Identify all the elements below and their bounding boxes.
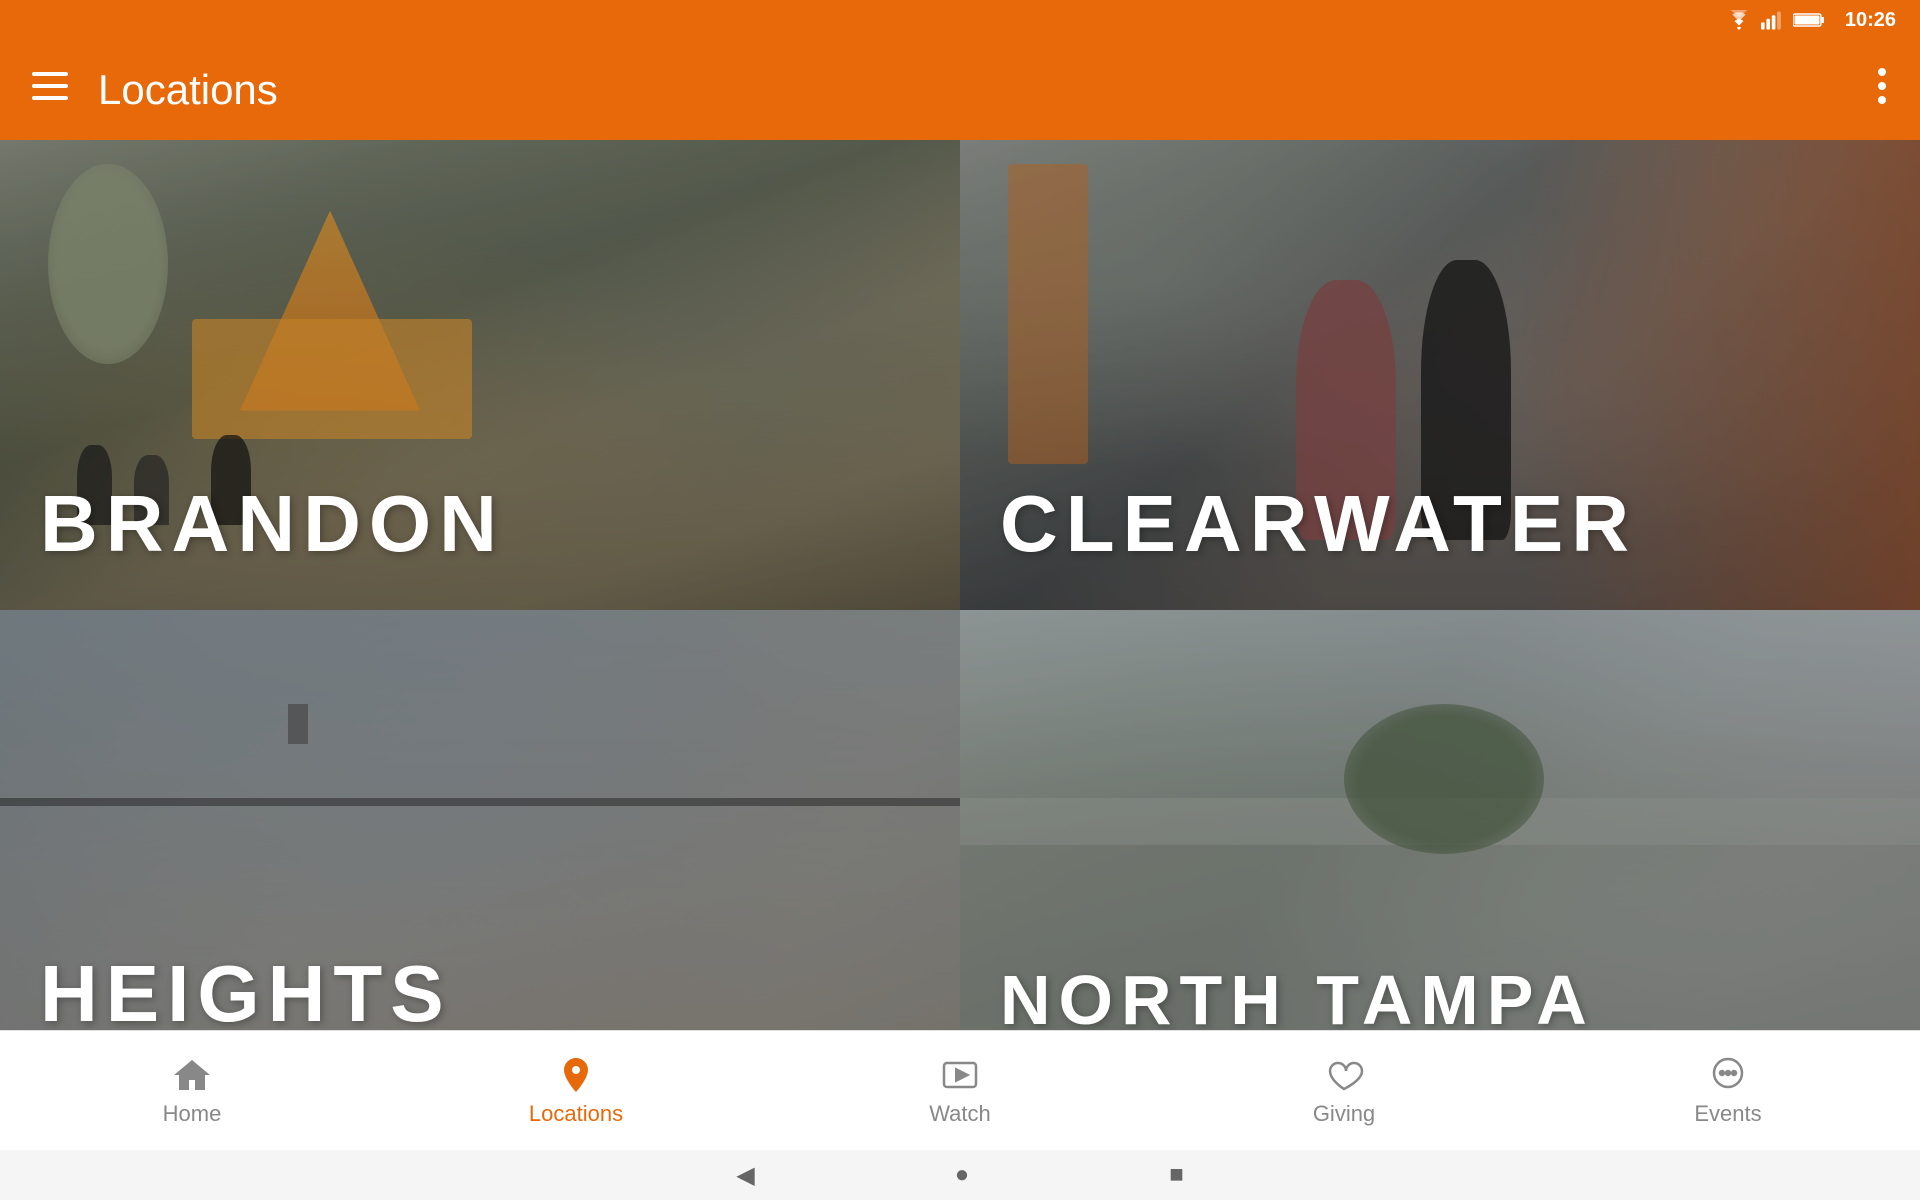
signal-icon bbox=[1761, 10, 1785, 30]
recent-apps-button[interactable]: ■ bbox=[1169, 1161, 1184, 1189]
back-button[interactable]: ◀ bbox=[736, 1161, 754, 1190]
nav-item-home[interactable]: Home bbox=[112, 1055, 272, 1127]
nav-label-home: Home bbox=[163, 1101, 222, 1127]
nav-item-locations[interactable]: Locations bbox=[496, 1055, 656, 1127]
location-card-clearwater[interactable]: CLEARWATER bbox=[960, 140, 1920, 610]
clearwater-label: CLEARWATER bbox=[1000, 478, 1637, 570]
heights-label: HEIGHTS bbox=[40, 948, 452, 1040]
system-nav-bar: ◀ ● ■ bbox=[0, 1150, 1920, 1200]
nav-item-events[interactable]: Events bbox=[1648, 1055, 1808, 1127]
play-circle-icon bbox=[940, 1055, 980, 1095]
nav-item-watch[interactable]: Watch bbox=[880, 1055, 1040, 1127]
nav-label-events: Events bbox=[1694, 1101, 1761, 1127]
brandon-label: BRANDON bbox=[40, 478, 505, 570]
more-options-button[interactable] bbox=[1876, 66, 1888, 115]
northtampa-label: NORTH TAMPA bbox=[1000, 960, 1595, 1040]
app-bar: Locations bbox=[0, 40, 1920, 140]
nav-label-watch: Watch bbox=[929, 1101, 991, 1127]
status-time: 10:26 bbox=[1845, 9, 1896, 32]
location-card-northtampa[interactable]: NORTH TAMPA bbox=[960, 610, 1920, 1080]
hamburger-menu-button[interactable] bbox=[32, 72, 68, 108]
locations-grid: BRANDON CLEARWATER HEIGHTS NORTH TAMPA bbox=[0, 140, 1920, 1080]
heart-icon bbox=[1324, 1055, 1364, 1095]
bottom-nav: Home Locations Watch Giving Events bbox=[0, 1030, 1920, 1150]
page-title: Locations bbox=[98, 66, 1876, 114]
location-card-brandon[interactable]: BRANDON bbox=[0, 140, 960, 610]
status-icons: 10:26 bbox=[1725, 9, 1896, 32]
home-button[interactable]: ● bbox=[955, 1161, 970, 1189]
location-card-heights[interactable]: HEIGHTS bbox=[0, 610, 960, 1080]
nav-item-giving[interactable]: Giving bbox=[1264, 1055, 1424, 1127]
home-icon bbox=[172, 1055, 212, 1095]
chat-bubble-icon bbox=[1708, 1055, 1748, 1095]
nav-label-giving: Giving bbox=[1313, 1101, 1375, 1127]
battery-icon bbox=[1793, 11, 1825, 29]
wifi-icon bbox=[1725, 10, 1753, 30]
nav-label-locations: Locations bbox=[529, 1101, 623, 1127]
location-pin-icon bbox=[556, 1055, 596, 1095]
status-bar: 10:26 bbox=[0, 0, 1920, 40]
